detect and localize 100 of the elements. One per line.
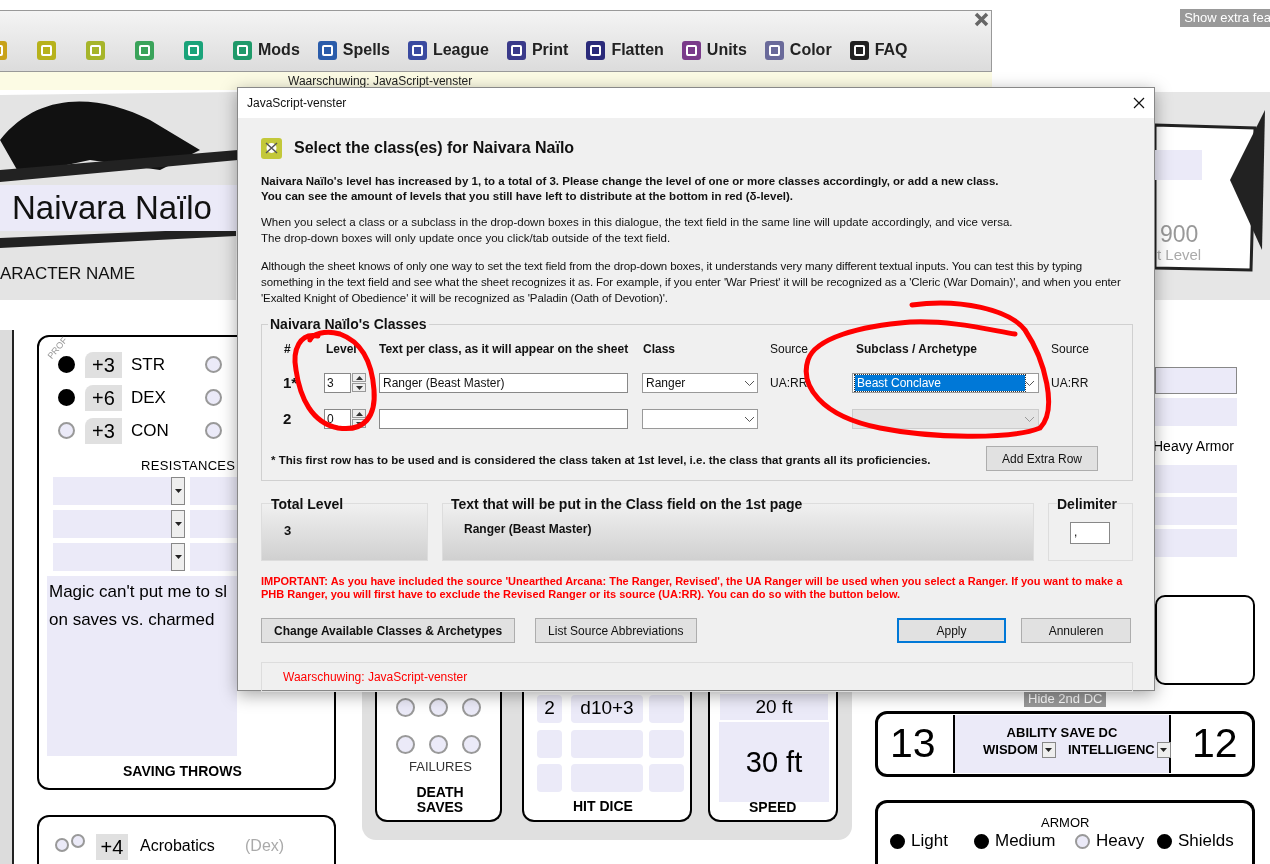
field-label: t Level xyxy=(1157,246,1202,264)
subclass-dropdown[interactable]: Beast Conclave xyxy=(852,373,1039,393)
level-spinner[interactable] xyxy=(352,409,366,428)
sheet-field[interactable] xyxy=(1155,497,1237,525)
chevron-down-icon xyxy=(745,380,754,386)
toolbar-button[interactable]: League xyxy=(407,40,489,60)
column-header: Text per class, as it will appear on the sheet xyxy=(379,342,629,356)
column-header: Source xyxy=(770,342,809,356)
status-text: Waarschuwing: JavaScript-venster xyxy=(283,669,468,686)
panel-title: SAVING THROWS xyxy=(123,763,242,779)
column-header: Subclass / Archetype xyxy=(856,342,977,356)
total-level-value: 3 xyxy=(284,523,292,539)
toolbar-button[interactable]: Print xyxy=(506,40,569,60)
dropdown-arrow-icon[interactable] xyxy=(174,522,182,526)
column-header: Source xyxy=(1051,342,1090,356)
hit-dice-field[interactable] xyxy=(649,695,684,723)
total-level-label: Total Level xyxy=(271,496,344,512)
level-spinner[interactable] xyxy=(352,373,366,392)
delimiter-input[interactable]: , xyxy=(1070,522,1110,544)
ability-dropdown[interactable]: WISDOM xyxy=(983,742,1056,758)
panel-title: HIT DICE xyxy=(573,798,633,814)
toolbar-button[interactable]: Flatten xyxy=(586,40,664,60)
explanation-text: Although the sheet knows of only one way to set the text field from the drop-down boxes, it understands very many different textual inputs. You can test this by typing something in the text field and see what the sheet recognizes it as. For example, if you enter 'War Priest' it will be recognized as a 'Cleric (War Domain)', and when you enter 'Exalted Knight of Obedience' it will be recognized as 'Paladin (Oath of Devotion)'. xyxy=(261,259,1122,306)
level-input[interactable]: 3 xyxy=(324,373,351,393)
field-label: ARACTER NAME xyxy=(0,264,136,284)
speed-field[interactable]: 30 ft xyxy=(719,722,829,802)
sheet-field[interactable] xyxy=(1155,529,1237,557)
intro-text: You can see the amount of levels that you still have left to distribute at the bottom in red (δ-level). xyxy=(261,189,794,204)
close-icon[interactable] xyxy=(1133,97,1145,109)
column-header: Level xyxy=(326,342,357,356)
note-text: on saves vs. charmed xyxy=(49,610,215,630)
section-label: RESISTANCES xyxy=(141,458,236,474)
ability-label: STR xyxy=(131,354,165,376)
character-name-field[interactable]: Naivara Naïlo xyxy=(0,185,237,231)
dropdown-arrow-icon[interactable] xyxy=(174,555,182,559)
hit-dice-field[interactable]: 2 xyxy=(537,695,562,723)
class-text-input[interactable]: Ranger (Beast Master) xyxy=(379,373,628,393)
note-text: Magic can't put me to sl xyxy=(49,582,228,602)
panel-title: ABILITY SAVE DC xyxy=(1005,726,1119,740)
ability-dropdown[interactable]: INTELLIGENC xyxy=(1068,742,1171,758)
info-text: When you select a class or a subclass in the drop-down boxes in this dialogue, the text field in the same line will update accordingly, and vice versa. xyxy=(261,215,1014,230)
dropdown-arrow-icon[interactable] xyxy=(1045,748,1053,752)
add-row-button[interactable]: Add Extra Row xyxy=(986,446,1098,471)
source-text: UA:RR xyxy=(770,376,808,390)
resistance-dropdown[interactable] xyxy=(190,477,237,505)
panel-title: ARMOR xyxy=(1041,815,1090,830)
modifier-value: +3 xyxy=(85,352,122,378)
class-text-input[interactable] xyxy=(379,409,628,429)
panel-title: SPEED xyxy=(749,799,797,815)
class-field-value: Ranger (Beast Master) xyxy=(464,521,592,537)
source-text: UA:RR xyxy=(1051,376,1089,390)
row-number: 2 xyxy=(283,409,292,429)
info-text: The drop-down boxes will only update once you click/tab outside of the text field. xyxy=(261,231,672,246)
toolbar-button[interactable]: Mods xyxy=(233,40,300,60)
dialog-button[interactable]: List Source Abbreviations xyxy=(535,618,697,643)
panel-title: DEATH SAVES xyxy=(415,785,465,815)
dropdown-arrow-icon[interactable] xyxy=(174,489,182,493)
armor-label: Shields xyxy=(1178,831,1234,851)
delimiter-label: Delimiter xyxy=(1057,496,1117,512)
save-dc-value: 12 xyxy=(1192,719,1238,768)
class-dropdown[interactable] xyxy=(642,409,758,429)
modifier-value: +3 xyxy=(85,418,122,444)
hit-dice-field[interactable]: d10+3 xyxy=(571,695,643,723)
skill-ability: (Dex) xyxy=(245,836,285,856)
sheet-field[interactable] xyxy=(1155,367,1237,394)
speed-field[interactable]: 20 ft xyxy=(720,694,828,720)
intro-text: Naivara Naïlo's level has increased by 1, to a total of 3. Please change the level of one or more classes accordingly, or add a new class. xyxy=(261,174,1000,189)
dialog-button[interactable]: Change Available Classes & Archetypes xyxy=(261,618,516,643)
class-field-label: Text that will be put in the Class field on the 1st page xyxy=(451,496,803,512)
resistance-dropdown[interactable] xyxy=(190,510,237,538)
dialog-heading: Select the class(es) for Naivara Naïlo xyxy=(294,138,575,158)
row-number: 1* xyxy=(283,373,298,393)
toolbar-button[interactable]: FAQ xyxy=(849,40,908,60)
dialog-title: JavaScript-venster xyxy=(247,95,347,112)
sheet-field[interactable] xyxy=(1155,465,1237,493)
modifier-value: +4 xyxy=(96,834,128,860)
modifier-value: +6 xyxy=(85,385,122,411)
important-text: IMPORTANT: As you have included the source 'Unearthed Arcana: The Ranger, Revised', the UA Ranger will be used when you select a Ranger. If you want to make a PHB Ranger, you will first have to exclude the Revised Ranger or its source (UA:RR). You can do so with the button below. xyxy=(261,575,1124,601)
footnote-text: * This first row has to be used and is considered the class taken at 1st level, i.e. the class that grants all its proficiencies. xyxy=(271,453,931,467)
sheet-field[interactable] xyxy=(1155,150,1202,180)
toolbar-button[interactable]: Color xyxy=(764,40,832,60)
skill-name: Acrobatics xyxy=(140,836,215,856)
resistance-dropdown[interactable] xyxy=(190,543,237,571)
sheet-field[interactable] xyxy=(1155,398,1237,426)
toolbar-button[interactable]: Units xyxy=(681,40,747,60)
chevron-down-icon xyxy=(1025,416,1034,422)
armor-label: Heavy xyxy=(1096,831,1145,851)
armor-label: Light xyxy=(911,831,948,851)
ability-label: DEX xyxy=(131,387,166,409)
experience-value: 900 xyxy=(1160,222,1199,246)
dialog-button[interactable]: Apply xyxy=(897,618,1006,643)
ability-label: CON xyxy=(131,420,169,442)
notes-field[interactable] xyxy=(47,576,237,756)
chevron-down-icon xyxy=(745,416,754,422)
class-dropdown[interactable]: Ranger xyxy=(642,373,758,393)
dropdown-arrow-icon[interactable] xyxy=(1160,748,1168,752)
save-dc-value: 13 xyxy=(890,719,936,768)
field-label: FAILURES xyxy=(409,760,472,774)
toolbar-button[interactable]: Spells xyxy=(317,40,390,60)
dialog-button[interactable]: Annuleren xyxy=(1021,618,1131,643)
